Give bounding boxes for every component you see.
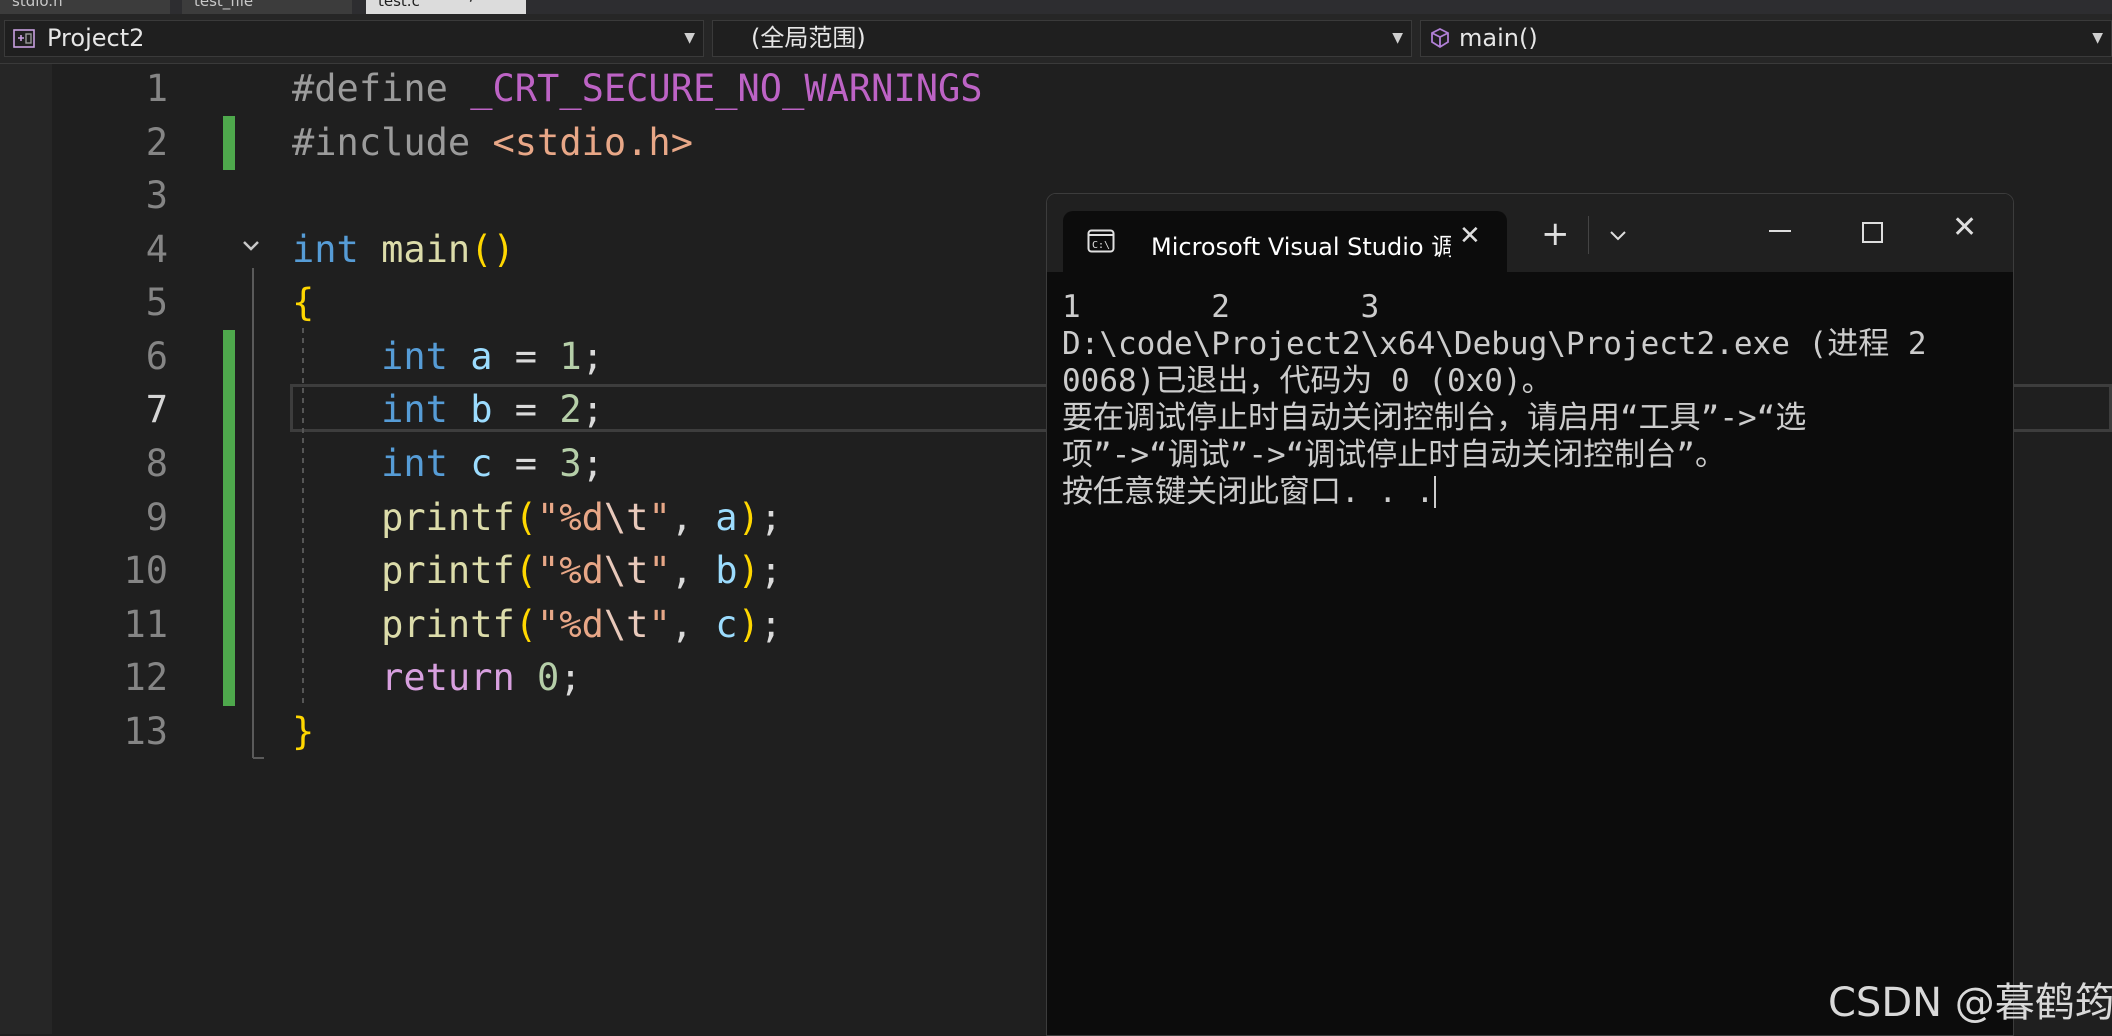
project-dropdown[interactable]: Project2 ▼	[4, 20, 704, 57]
scope-dropdown[interactable]: (全局范围) ▼	[712, 20, 1412, 57]
debug-console-window[interactable]: C:\ Microsoft Visual Studio 调试控制台 ✕ + ✕ …	[1046, 193, 2014, 1036]
divider	[1588, 216, 1589, 254]
chevron-down-icon: ▼	[2092, 30, 2103, 46]
code-line: return 0;	[381, 656, 582, 699]
scope-label: (全局范围)	[751, 24, 866, 52]
code-line: printf("%d\t", a);	[381, 496, 783, 539]
terminal-icon: C:\	[1087, 229, 1115, 253]
cube-icon	[1431, 27, 1449, 49]
line-number: 13	[123, 710, 168, 753]
code-line: #define _CRT_SECURE_NO_WARNINGS	[292, 67, 983, 110]
line-number: 12	[123, 656, 168, 699]
code-line: int b = 2;	[381, 388, 604, 431]
member-dropdown[interactable]: main() ▼	[1420, 20, 2112, 57]
line-number: 8	[145, 442, 168, 485]
close-window-icon[interactable]: ✕	[1952, 210, 1977, 245]
console-line: D:\code\Project2\x64\Debug\Project2.exe …	[1062, 326, 1927, 362]
console-titlebar[interactable]: C:\ Microsoft Visual Studio 调试控制台 ✕ + ✕	[1047, 194, 2013, 272]
line-number: 1	[145, 67, 168, 110]
tab-stdio-h[interactable]: stdio.h	[0, 0, 170, 14]
watermark: CSDN @暮鹤筠	[1828, 980, 2112, 1026]
member-label: main()	[1459, 24, 1538, 52]
code-line: #include <stdio.h>	[292, 121, 693, 164]
code-line: }	[292, 710, 315, 753]
line-number: 7	[145, 388, 168, 431]
document-tab-strip: stdio.h test_file test.c ⊅ ✕	[0, 0, 2112, 14]
console-line: 要在调试停止时自动关闭控制台，请启用“工具”->“选	[1062, 400, 1807, 436]
code-line: printf("%d\t", b);	[381, 549, 783, 592]
console-line: 项”->“调试”->“调试停止时自动关闭控制台”。	[1062, 437, 1726, 473]
editor-margin	[0, 64, 52, 1034]
code-line: int main()	[292, 228, 515, 271]
code-line: printf("%d\t", c);	[381, 603, 783, 646]
chevron-down-icon[interactable]	[1609, 230, 1627, 242]
code-line: {	[292, 281, 315, 324]
project-label: Project2	[47, 24, 145, 52]
console-line: 1 2 3	[1062, 289, 1380, 325]
console-line: 按任意键关闭此窗口. . .	[1062, 474, 1437, 510]
line-number: 5	[145, 281, 168, 324]
line-number: 11	[123, 603, 168, 646]
close-tab-icon[interactable]: ✕	[1459, 221, 1481, 251]
svg-text:C:\: C:\	[1092, 240, 1110, 251]
text-cursor	[1434, 476, 1437, 508]
code-line: int a = 1;	[381, 335, 604, 378]
console-line: 0068)已退出，代码为 0 (0x0)。	[1062, 363, 1553, 399]
change-indicator	[223, 330, 235, 706]
project-icon	[13, 29, 35, 48]
console-tab-title: Microsoft Visual Studio 调试控制台	[1151, 233, 1451, 261]
navigation-bar: Project2 ▼ (全局范围) ▼ main() ▼	[0, 14, 2112, 64]
code-line: int c = 3;	[381, 442, 604, 485]
line-number: 10	[123, 549, 168, 592]
new-tab-icon[interactable]: +	[1541, 214, 1570, 254]
change-indicator	[223, 116, 235, 170]
tab-test-file[interactable]: test_file	[182, 0, 352, 14]
minimize-icon[interactable]	[1769, 230, 1791, 232]
line-number: 9	[145, 496, 168, 539]
line-number: 3	[145, 174, 168, 217]
line-number: 4	[145, 228, 168, 271]
console-output: 1 2 3 D:\code\Project2\x64\Debug\Project2…	[1062, 289, 2002, 511]
maximize-icon[interactable]	[1862, 222, 1883, 243]
console-tab[interactable]: C:\ Microsoft Visual Studio 调试控制台 ✕	[1063, 211, 1507, 272]
chevron-down-icon: ▼	[1392, 30, 1403, 46]
line-number: 2	[145, 121, 168, 164]
tab-test-c[interactable]: test.c ⊅ ✕	[366, 0, 526, 14]
chevron-down-icon: ▼	[684, 30, 695, 46]
line-number: 6	[145, 335, 168, 378]
